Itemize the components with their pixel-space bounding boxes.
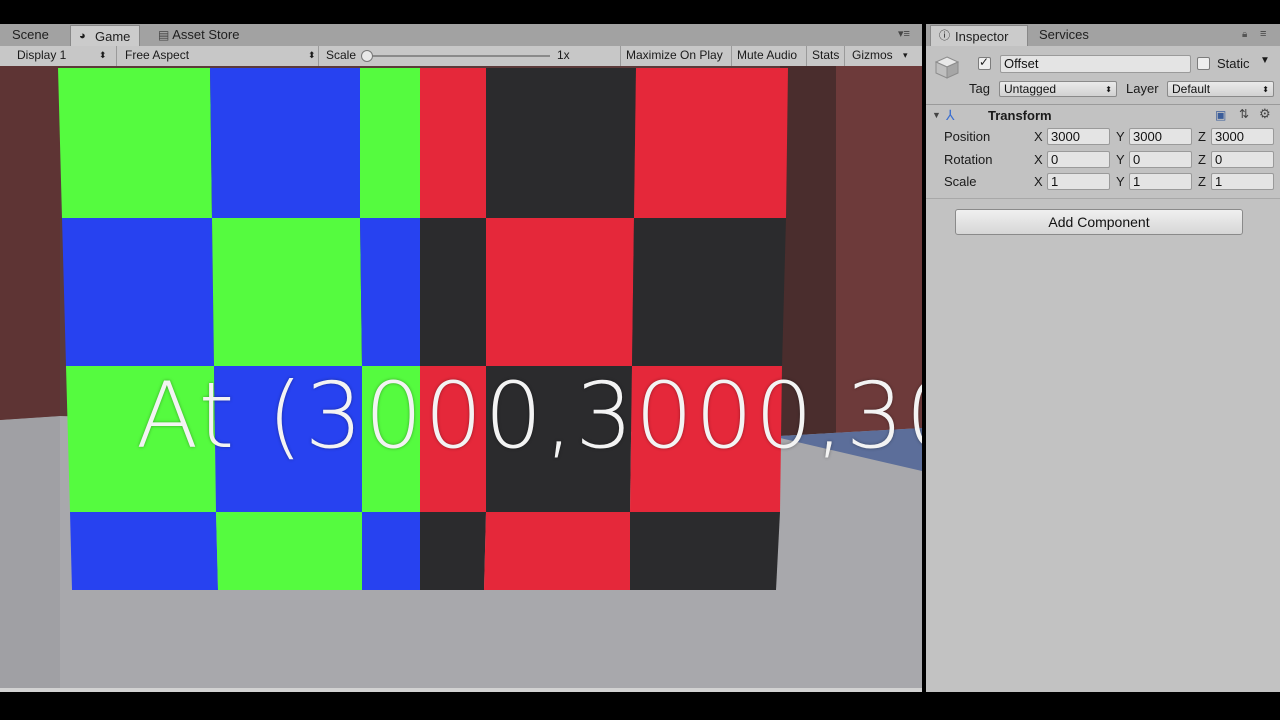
rotation-label: Rotation bbox=[944, 152, 993, 167]
position-y-field[interactable]: 3000 bbox=[1129, 128, 1192, 145]
editor-tab-strip: Scene ◕ Game ▤ Asset Store ▾≡ bbox=[0, 24, 922, 48]
tab-scene-label: Scene bbox=[12, 27, 49, 42]
tag-dropdown-arrow-icon: ⬍ bbox=[1105, 85, 1112, 94]
info-icon: ⓘ bbox=[939, 30, 950, 42]
foldout-arrow-icon[interactable]: ▼ bbox=[932, 110, 941, 120]
add-component-button[interactable]: Add Component bbox=[955, 209, 1243, 235]
rotation-y-label[interactable]: Y bbox=[1116, 152, 1125, 167]
display-dropdown-arrow-icon: ⬍ bbox=[99, 50, 107, 60]
static-checkbox[interactable] bbox=[1197, 57, 1210, 70]
help-book-icon[interactable]: ▣ bbox=[1215, 108, 1226, 122]
layer-dropdown[interactable]: Default ⬍ bbox=[1167, 81, 1274, 97]
pane-menu-icon[interactable]: ≡ bbox=[1260, 24, 1266, 46]
rotation-x-label[interactable]: X bbox=[1034, 152, 1043, 167]
tag-dropdown[interactable]: Untagged ⬍ bbox=[999, 81, 1117, 97]
tab-asset-store-label: Asset Store bbox=[172, 27, 240, 42]
divider bbox=[926, 198, 1280, 199]
tab-services[interactable]: Services bbox=[1039, 24, 1089, 46]
position-z-field[interactable]: 3000 bbox=[1211, 128, 1274, 145]
scale-x-field[interactable]: 1 bbox=[1047, 173, 1110, 190]
transform-title: Transform bbox=[988, 108, 1052, 123]
rotation-y-field[interactable]: 0 bbox=[1129, 151, 1192, 168]
checkmark-icon: ✓ bbox=[979, 55, 990, 69]
pane-menu-icon[interactable]: ▾≡ bbox=[898, 24, 910, 46]
tab-asset-store[interactable]: ▤ Asset Store bbox=[158, 24, 239, 46]
tab-inspector-label: Inspector bbox=[955, 29, 1009, 44]
rotation-z-field[interactable]: 0 bbox=[1211, 151, 1274, 168]
lock-icon[interactable]: 🔒︎ bbox=[1242, 24, 1247, 46]
aspect-dropdown[interactable]: Free Aspect bbox=[125, 46, 189, 66]
scale-row-label: Scale bbox=[944, 174, 977, 189]
presets-icon[interactable]: ⇅ bbox=[1239, 107, 1249, 121]
scale-x-label[interactable]: X bbox=[1034, 174, 1043, 189]
tab-inspector[interactable]: ⓘ Inspector bbox=[930, 25, 1028, 48]
scale-z-field[interactable]: 1 bbox=[1211, 173, 1274, 190]
active-checkbox[interactable]: ✓ bbox=[978, 55, 991, 70]
tab-scene[interactable]: Scene bbox=[12, 24, 49, 46]
rotation-x-field[interactable]: 0 bbox=[1047, 151, 1110, 168]
overlay-caption: At (3000,3000,3000) bbox=[136, 364, 922, 469]
position-z-label[interactable]: Z bbox=[1198, 129, 1206, 144]
mute-audio-button[interactable]: Mute Audio bbox=[737, 46, 797, 66]
static-dropdown-arrow-icon[interactable]: ▼ bbox=[1260, 55, 1270, 66]
layer-value: Default bbox=[1172, 82, 1211, 96]
scale-value: 1x bbox=[557, 48, 570, 62]
game-viewport[interactable]: At (3000,3000,3000) bbox=[0, 66, 922, 692]
position-x-field[interactable]: 3000 bbox=[1047, 128, 1110, 145]
scale-label: Scale bbox=[326, 48, 357, 62]
store-icon: ▤ bbox=[158, 28, 170, 42]
gear-icon[interactable]: ⚙ bbox=[1259, 106, 1271, 122]
stats-button[interactable]: Stats bbox=[812, 46, 839, 66]
tag-value: Untagged bbox=[1004, 82, 1057, 96]
gizmos-button[interactable]: Gizmos bbox=[852, 46, 893, 66]
scale-y-field[interactable]: 1 bbox=[1129, 173, 1192, 190]
object-name-field[interactable]: Offset bbox=[1000, 55, 1191, 73]
divider bbox=[926, 104, 1280, 105]
aspect-dropdown-arrow-icon: ⬍ bbox=[308, 50, 316, 60]
inspector-tab-strip: ⓘ Inspector Services 🔒︎ ≡ bbox=[926, 24, 1280, 48]
gameobject-cube-icon bbox=[934, 54, 960, 80]
tag-label: Tag bbox=[969, 81, 990, 96]
maximize-on-play-button[interactable]: Maximize On Play bbox=[626, 46, 723, 66]
scale-z-label[interactable]: Z bbox=[1198, 174, 1206, 189]
static-label: Static bbox=[1217, 56, 1250, 71]
position-label: Position bbox=[944, 129, 991, 144]
scale-y-label[interactable]: Y bbox=[1116, 174, 1125, 189]
scale-slider-thumb[interactable] bbox=[361, 50, 373, 62]
game-toolbar: Display 1 ⬍ Free Aspect ⬍ Scale 1x Maxim… bbox=[0, 46, 922, 67]
tab-game[interactable]: ◕ Game bbox=[70, 25, 140, 48]
game-icon: ◕ bbox=[79, 30, 86, 42]
checkerboard bbox=[58, 68, 788, 590]
layer-label: Layer bbox=[1126, 81, 1159, 96]
rotation-z-label[interactable]: Z bbox=[1198, 152, 1206, 167]
position-x-label[interactable]: X bbox=[1034, 129, 1043, 144]
gizmos-dropdown-arrow-icon: ▾ bbox=[903, 50, 908, 60]
transform-icon: ⅄ bbox=[946, 107, 955, 123]
bottom-letterbox bbox=[0, 692, 1280, 720]
layer-dropdown-arrow-icon: ⬍ bbox=[1262, 85, 1269, 94]
display-dropdown[interactable]: Display 1 bbox=[17, 46, 66, 66]
position-y-label[interactable]: Y bbox=[1116, 129, 1125, 144]
tab-game-label: Game bbox=[95, 29, 131, 44]
scale-slider-track[interactable] bbox=[366, 55, 550, 57]
